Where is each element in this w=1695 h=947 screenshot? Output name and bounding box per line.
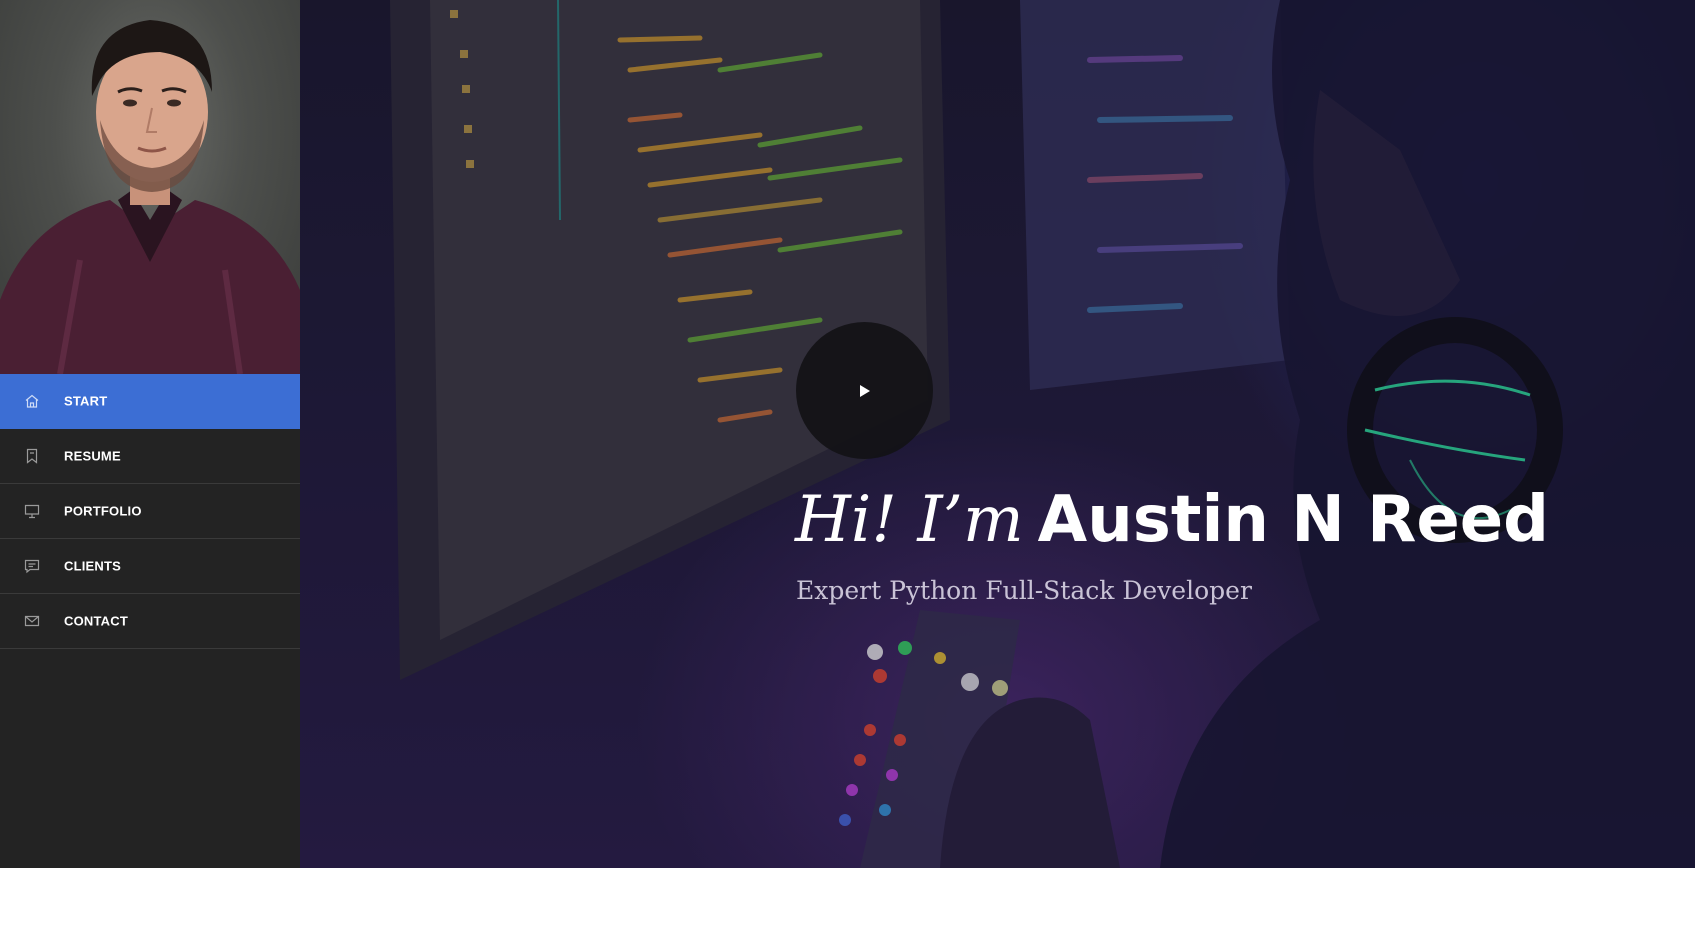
nav-item-resume[interactable]: RESUME bbox=[0, 429, 300, 484]
envelope-icon bbox=[24, 613, 40, 629]
nav-item-label: PORTFOLIO bbox=[64, 503, 142, 519]
page: START RESUME PORTFOLIO CLIENTS CONTACT H… bbox=[0, 0, 1695, 868]
hero-heading: Hi! I’m Austin N Reed bbox=[795, 488, 1549, 552]
sidebar: START RESUME PORTFOLIO CLIENTS CONTACT bbox=[0, 0, 300, 868]
play-video-button[interactable] bbox=[796, 322, 933, 459]
main-nav: START RESUME PORTFOLIO CLIENTS CONTACT bbox=[0, 374, 300, 649]
play-icon bbox=[859, 384, 870, 397]
nav-item-label: CLIENTS bbox=[64, 558, 122, 574]
hero-name: Austin N Reed bbox=[1037, 483, 1549, 557]
nav-item-label: START bbox=[64, 393, 108, 409]
hero-section: Hi! I’m Austin N Reed Expert Python Full-… bbox=[300, 0, 1695, 868]
profile-photo bbox=[0, 20, 300, 374]
chat-icon bbox=[24, 558, 40, 574]
hero-greeting: Hi! I’m bbox=[795, 483, 1024, 557]
nav-item-portfolio[interactable]: PORTFOLIO bbox=[0, 484, 300, 539]
monitor-icon bbox=[24, 503, 40, 519]
bookmark-icon bbox=[24, 448, 40, 464]
hero-background-image bbox=[300, 0, 1695, 868]
nav-item-contact[interactable]: CONTACT bbox=[0, 594, 300, 649]
avatar bbox=[0, 0, 300, 374]
home-icon bbox=[24, 393, 40, 409]
nav-item-clients[interactable]: CLIENTS bbox=[0, 539, 300, 594]
nav-item-start[interactable]: START bbox=[0, 374, 300, 429]
hero-subtitle: Expert Python Full-Stack Developer bbox=[796, 576, 1252, 605]
nav-item-label: RESUME bbox=[64, 448, 121, 464]
nav-item-label: CONTACT bbox=[64, 613, 128, 629]
